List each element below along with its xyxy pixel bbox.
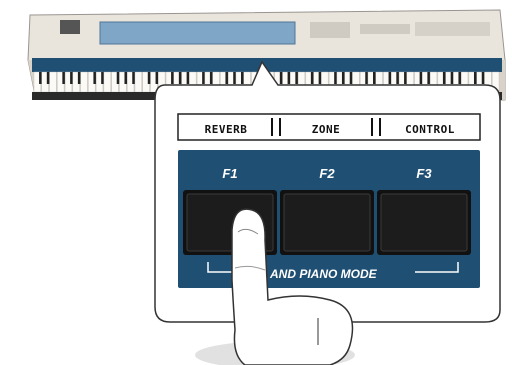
piano-control-panel <box>99 21 296 45</box>
f1-label: F1 <box>222 166 238 181</box>
f3-button[interactable] <box>380 193 468 252</box>
f3-label: F3 <box>416 166 432 181</box>
white-key <box>49 71 57 93</box>
f2-label: F2 <box>319 166 335 181</box>
piano-wheel <box>60 20 80 34</box>
piano-illustration <box>27 9 506 365</box>
display-tab-control: CONTROL <box>405 122 455 136</box>
display-tab-zone: ZONE <box>311 122 341 136</box>
display-tab-reverb: REVERB <box>204 122 248 136</box>
mode-label: AND PIANO MODE <box>270 267 377 281</box>
white-key <box>103 71 111 93</box>
f2-button[interactable] <box>283 193 371 252</box>
white-key <box>134 71 142 93</box>
white-key <box>80 71 88 93</box>
